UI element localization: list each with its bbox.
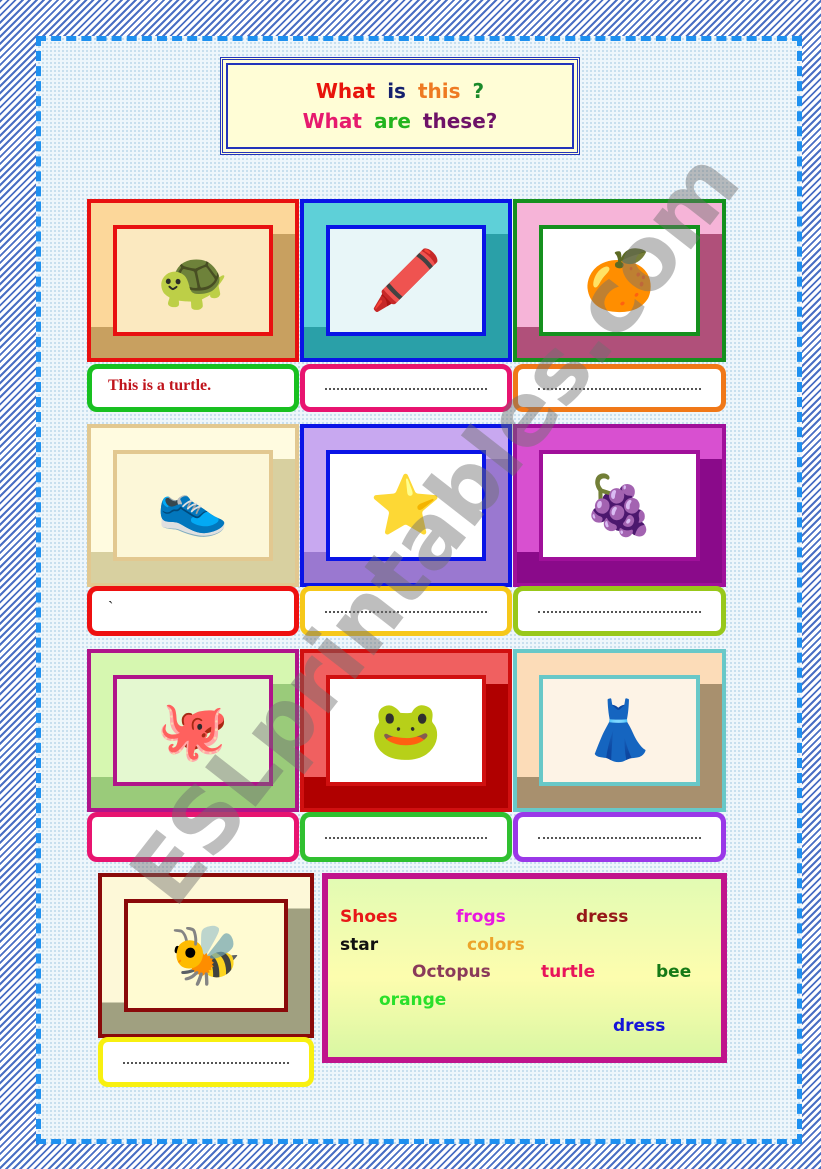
picture-area: 🐝 — [124, 899, 288, 1012]
answer-box-grapes[interactable] — [513, 586, 726, 636]
picture-frame-shoes: 👟 — [87, 424, 299, 587]
word-bank-item: colors — [467, 935, 525, 955]
title-line-1: What is this? — [223, 76, 577, 106]
answer-dotted-line — [538, 388, 701, 390]
title-word: What — [302, 109, 362, 133]
worksheet-title: What is this? What are these? — [220, 57, 580, 155]
bee-icon: 🐝 — [169, 922, 243, 988]
answer-dotted-line — [325, 388, 487, 390]
crayons-icon: 🖍️ — [369, 247, 443, 313]
picture-area: 👟 — [113, 450, 273, 561]
answer-box-orange[interactable] — [513, 364, 726, 412]
picture-area: ⭐ — [326, 450, 486, 561]
picture-area: 🍇 — [539, 450, 700, 561]
picture-frame-frogs: 🐸 — [300, 649, 512, 812]
word-bank-item: Shoes — [340, 907, 398, 927]
turtle-icon: 🐢 — [156, 247, 230, 313]
answer-box-colors[interactable] — [300, 364, 512, 412]
title-word: this — [417, 79, 461, 103]
picture-area: 🐙 — [113, 675, 273, 786]
answer-box-frogs[interactable] — [300, 812, 512, 862]
picture-frame-bee: 🐝 — [98, 873, 314, 1038]
title-word: What — [315, 79, 376, 103]
word-bank-item: Octopus — [412, 962, 491, 982]
answer-dotted-line — [325, 837, 487, 839]
title-word: these? — [422, 109, 498, 133]
answer-box-star[interactable] — [300, 586, 512, 636]
answer-dotted-line — [123, 1062, 289, 1064]
word-bank-item: frogs — [456, 907, 506, 927]
picture-frame-grapes: 🍇 — [513, 424, 726, 587]
answer-box-bee[interactable] — [98, 1037, 314, 1087]
picture-frame-turtle: 🐢 — [87, 199, 299, 362]
starfish-icon: ⭐ — [369, 472, 443, 538]
octopus-icon: 🐙 — [156, 697, 230, 763]
word-bank-item: dress — [613, 1016, 666, 1036]
orange-icon: 🍊 — [583, 247, 656, 313]
answer-dotted-line — [538, 611, 701, 613]
answer-dotted-line — [325, 611, 487, 613]
picture-frame-dress: 👗 — [513, 649, 726, 812]
word-bank-item: star — [340, 935, 379, 955]
answer-box-dress[interactable] — [513, 812, 726, 862]
picture-area: 👗 — [539, 675, 700, 786]
picture-area: 🖍️ — [326, 225, 486, 336]
answer-text: ` — [108, 599, 114, 616]
word-bank-item: bee — [656, 962, 692, 982]
answer-box-shoes[interactable]: ` — [87, 586, 299, 636]
picture-frame-star: ⭐ — [300, 424, 512, 587]
word-bank-item: dress — [576, 907, 629, 927]
answer-box-turtle[interactable]: This is a turtle. — [87, 364, 299, 412]
picture-frame-colors: 🖍️ — [300, 199, 512, 362]
answer-dotted-line — [538, 837, 701, 839]
word-bank-item: turtle — [541, 962, 596, 982]
title-word: are — [373, 109, 411, 133]
picture-area: 🐸 — [326, 675, 486, 786]
title-line-2: What are these? — [223, 106, 577, 136]
answer-box-octopus[interactable] — [87, 812, 299, 862]
word-bank: Shoes frogs dress star colors Octopus tu… — [322, 873, 727, 1063]
answer-text: This is a turtle. — [108, 377, 212, 394]
title-word: ? — [472, 79, 485, 103]
frogs-icon: 🐸 — [369, 697, 443, 763]
word-bank-item: orange — [379, 990, 447, 1010]
title-word: is — [387, 79, 406, 103]
shoes-icon: 👟 — [156, 472, 230, 538]
picture-area: 🐢 — [113, 225, 273, 336]
picture-frame-orange: 🍊 — [513, 199, 726, 362]
picture-frame-octopus: 🐙 — [87, 649, 299, 812]
dress-icon: 👗 — [583, 697, 656, 763]
picture-area: 🍊 — [539, 225, 700, 336]
grapes-icon: 🍇 — [583, 472, 656, 538]
